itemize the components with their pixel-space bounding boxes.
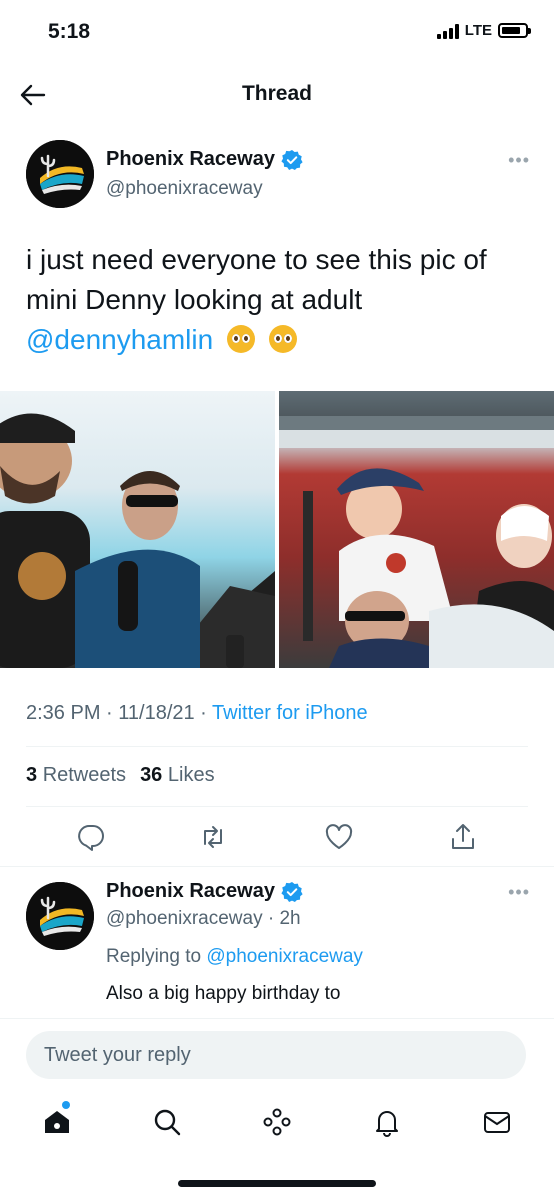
replying-prefix: Replying to bbox=[106, 946, 207, 967]
more-options-icon[interactable]: ••• bbox=[508, 882, 530, 903]
phoenix-raceway-logo bbox=[26, 140, 94, 208]
tweet-media bbox=[0, 391, 554, 668]
reply-tweet[interactable]: Phoenix Raceway ••• @phoenixraceway · 2h… bbox=[26, 880, 536, 1020]
tweet-metadata: 2:36 PM · 11/18/21 · Twitter for iPhone bbox=[26, 702, 368, 725]
reply-compose-field[interactable]: Tweet your reply bbox=[26, 1031, 526, 1079]
thread-header: Thread bbox=[0, 70, 554, 120]
compose-placeholder: Tweet your reply bbox=[44, 1044, 191, 1066]
bell-icon[interactable] bbox=[370, 1105, 404, 1139]
author-handle[interactable]: @phoenixraceway bbox=[106, 178, 263, 200]
reply-icon[interactable] bbox=[76, 822, 106, 852]
avatar[interactable] bbox=[26, 882, 94, 950]
divider bbox=[0, 866, 554, 867]
retweets-label: Retweets bbox=[42, 764, 127, 786]
main-tweet-author: Phoenix Raceway @phoenixraceway ••• bbox=[26, 140, 536, 210]
tweet-source-link[interactable]: Twitter for iPhone bbox=[212, 702, 368, 724]
spaces-icon[interactable] bbox=[260, 1105, 294, 1139]
tweet-timestamp: 2:36 PM · 11/18/21 · bbox=[26, 702, 213, 724]
status-time: 5:18 bbox=[48, 20, 91, 43]
tab-bar bbox=[0, 1099, 554, 1149]
bottom-bar: Tweet your reply bbox=[0, 1018, 554, 1198]
retweet-icon[interactable] bbox=[198, 822, 228, 852]
pleading-face-emoji-icon bbox=[226, 325, 255, 353]
divider bbox=[26, 746, 528, 747]
status-right: LTE bbox=[436, 22, 531, 39]
avatar[interactable] bbox=[26, 140, 94, 208]
mail-icon[interactable] bbox=[480, 1105, 514, 1139]
tweet-photo-left[interactable] bbox=[0, 391, 275, 668]
retweets-stat[interactable]: 3 Retweets bbox=[26, 764, 126, 787]
replying-to-link[interactable]: @phoenixraceway bbox=[206, 946, 363, 967]
more-options-icon[interactable]: ••• bbox=[508, 150, 530, 171]
author-name[interactable]: Phoenix Raceway bbox=[106, 880, 275, 903]
author-name[interactable]: Phoenix Raceway bbox=[106, 148, 275, 171]
pleading-face-emoji-icon bbox=[268, 325, 297, 353]
tweet-photo-right[interactable] bbox=[279, 391, 554, 668]
battery-icon bbox=[498, 23, 531, 38]
network-label: LTE bbox=[464, 22, 492, 39]
photo-illustration bbox=[279, 416, 554, 668]
divider bbox=[26, 806, 528, 807]
page-title: Thread bbox=[241, 82, 312, 105]
phoenix-raceway-logo bbox=[26, 882, 94, 950]
likes-label: Likes bbox=[167, 764, 215, 786]
photo-illustration bbox=[0, 413, 275, 668]
replying-to: Replying to @phoenixraceway bbox=[106, 946, 363, 968]
signal-icon bbox=[436, 23, 459, 39]
tweet-text: i just need everyone to see this pic of … bbox=[26, 240, 526, 360]
retweets-count: 3 bbox=[26, 764, 38, 786]
home-notification-dot bbox=[62, 1101, 70, 1109]
verified-badge-icon bbox=[281, 881, 303, 903]
tweet-stats: 3 Retweets 36 Likes bbox=[26, 764, 215, 787]
tweet-actions bbox=[0, 818, 554, 858]
tweet-mention-link[interactable]: @dennyhamlin bbox=[26, 324, 213, 355]
author-name-row: Phoenix Raceway bbox=[106, 148, 303, 171]
verified-badge-icon bbox=[281, 149, 303, 171]
likes-count: 36 bbox=[140, 764, 163, 786]
share-icon[interactable] bbox=[448, 822, 478, 852]
home-icon[interactable] bbox=[40, 1105, 74, 1139]
tweet-body: i just need everyone to see this pic of … bbox=[26, 244, 487, 315]
search-icon[interactable] bbox=[150, 1105, 184, 1139]
author-handle[interactable]: @phoenixraceway · 2h bbox=[106, 908, 301, 930]
status-bar: 5:18 LTE bbox=[0, 0, 554, 66]
home-indicator[interactable] bbox=[178, 1180, 376, 1187]
likes-stat[interactable]: 36 Likes bbox=[140, 764, 215, 787]
reply-text: Also a big happy birthday to bbox=[106, 983, 341, 1004]
heart-icon[interactable] bbox=[324, 822, 354, 852]
author-name-row: Phoenix Raceway bbox=[106, 880, 303, 903]
